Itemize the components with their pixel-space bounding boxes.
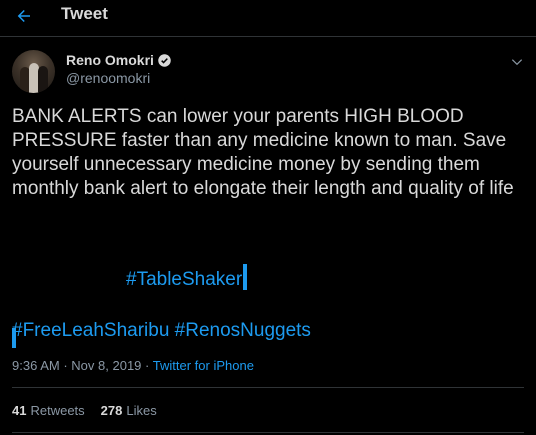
author-info[interactable]: Reno Omokri @renoomokri	[66, 52, 172, 86]
chevron-down-icon[interactable]	[510, 55, 524, 69]
hashtag-freeleahsharibu[interactable]: #FreeLeahSharibu	[12, 320, 169, 341]
top-bar: Tweet	[0, 0, 536, 37]
divider	[12, 432, 524, 433]
hashtags-line: #FreeLeahSharibu #RenosNuggets	[12, 319, 311, 343]
divider	[12, 387, 524, 388]
hashtag-line: #TableShaker	[126, 264, 248, 292]
tweet-time[interactable]: 9:36 AM	[12, 358, 60, 373]
author-handle[interactable]: @renoomokri	[66, 70, 172, 86]
tweet-text: BANK ALERTS can lower your parents HIGH …	[12, 106, 514, 199]
retweets-stat[interactable]: 41 Retweets	[12, 403, 85, 418]
hashtag-tableshaker[interactable]: #TableShaker	[126, 269, 242, 290]
tweet-date[interactable]: Nov 8, 2019	[71, 358, 141, 373]
arrow-left-icon	[17, 10, 30, 22]
tweet-stats: 41 Retweets 278 Likes	[12, 403, 173, 418]
verified-badge-icon	[158, 53, 171, 67]
retweets-count: 41	[12, 403, 27, 418]
likes-stat[interactable]: 278 Likes	[101, 403, 157, 418]
meta-separator: ·	[63, 358, 68, 373]
back-button[interactable]	[6, 0, 42, 32]
page-title: Tweet	[61, 4, 108, 23]
hashtag-renosnuggets[interactable]: #RenosNuggets	[175, 320, 311, 341]
author-name[interactable]: Reno Omokri	[66, 52, 154, 68]
retweets-label: Retweets	[30, 403, 85, 418]
tweet-source[interactable]: Twitter for iPhone	[153, 358, 254, 373]
likes-count: 278	[100, 403, 123, 418]
tweet-meta: 9:36 AM · Nov 8, 2019 · Twitter for iPho…	[12, 358, 254, 373]
meta-separator: ·	[145, 358, 150, 373]
text-cursor	[243, 264, 248, 290]
likes-label: Likes	[126, 403, 157, 418]
avatar[interactable]	[12, 50, 55, 93]
